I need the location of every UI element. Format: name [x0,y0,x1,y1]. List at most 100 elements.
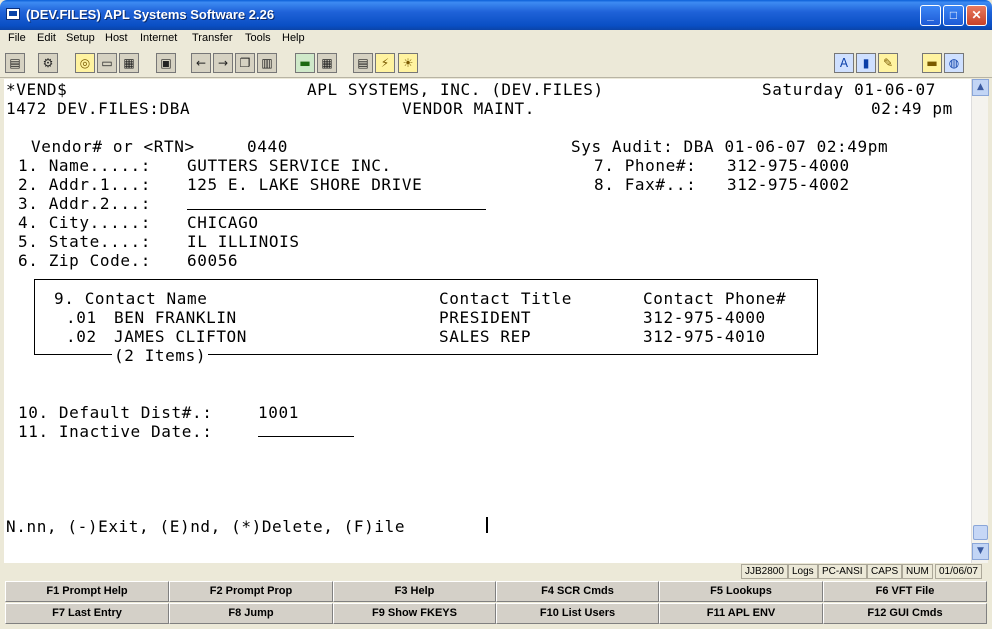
name-label: 1. Name.....: [18,156,152,175]
globe-icon[interactable]: ◍ [944,53,964,73]
contact-row-name[interactable]: BEN FRANKLIN [114,308,237,327]
menu-bar: File Edit Setup Host Internet Transfer T… [0,30,992,48]
note-icon[interactable]: ✎ [878,53,898,73]
lightning-icon[interactable]: ⚡ [375,53,395,73]
folder-icon[interactable]: ▬ [922,53,942,73]
app-icon[interactable] [6,8,20,20]
connect-icon[interactable]: ⚙ [38,53,58,73]
inactive-date-label: 11. Inactive Date.: [18,422,213,441]
minimize-button[interactable]: _ [920,5,941,26]
status-bar: JJB2800 Logs PC-ANSI CAPS NUM 01/06/07 [0,563,992,580]
addr2-label: 3. Addr.2...: [18,194,152,213]
name-value[interactable]: GUTTERS SERVICE INC. [187,156,392,175]
menu-file[interactable]: File [8,32,26,44]
contact-row-number: .01 [66,308,97,327]
status-num: NUM [902,564,933,579]
menu-internet[interactable]: Internet [140,32,177,44]
contact-row-phone[interactable]: 312-975-4000 [643,308,766,327]
toolbar: ▤ ⚙ ◎ ▭ ▦ ▣ ← → ❐ ▥ ▬ ▦ ▤ ⚡ ☀ A ▮ ✎ ▬ ◍ [0,48,992,78]
window-icon[interactable]: ▭ [97,53,117,73]
state-value[interactable]: IL ILLINOIS [187,232,300,251]
zip-label: 6. Zip Code.: [18,251,152,270]
scroll-up-button[interactable]: ▲ [972,79,989,96]
close-button[interactable]: ✕ [966,5,987,26]
chart-icon[interactable]: ▮ [856,53,876,73]
f12-button[interactable]: F12 GUI Cmds [823,603,987,624]
vertical-scrollbar[interactable]: ▲ ▼ [971,79,989,563]
menu-host[interactable]: Host [105,32,128,44]
contact-row-title[interactable]: PRESIDENT [439,308,531,327]
f6-button[interactable]: F6 VFT File [823,581,987,602]
contacts-header-phone: Contact Phone# [643,289,787,308]
contacts-count: (2 Items) [112,346,209,365]
contact-row-name[interactable]: JAMES CLIFTON [114,327,247,346]
fax-value[interactable]: 312-975-4002 [727,175,850,194]
window-title: (DEV.FILES) APL Systems Software 2.26 [26,7,275,22]
menu-help[interactable]: Help [282,32,305,44]
program-name: *VEND$ [6,80,68,99]
command-line: N.nn, (-)Exit, (E)nd, (*)Delete, (F)ile [6,517,406,536]
status-logs[interactable]: Logs [788,564,818,579]
scroll-thumb[interactable] [973,525,988,540]
status-caps: CAPS [867,564,903,579]
contact-row-number: .02 [66,327,97,346]
terminal-screen[interactable]: *VEND$ APL SYSTEMS, INC. (DEV.FILES) Sat… [4,79,971,563]
addr1-value[interactable]: 125 E. LAKE SHORE DRIVE [187,175,422,194]
f4-button[interactable]: F4 SCR Cmds [496,581,659,602]
company-title: APL SYSTEMS, INC. (DEV.FILES) [307,80,604,99]
f2-button[interactable]: F2 Prompt Prop [169,581,333,602]
phone-label: 7. Phone#: [594,156,697,175]
f3-button[interactable]: F3 Help [333,581,496,602]
maximize-button[interactable]: □ [943,5,964,26]
arrow-right-icon[interactable]: → [213,53,233,73]
menu-tools[interactable]: Tools [245,32,271,44]
paste-icon[interactable]: ▥ [257,53,277,73]
contacts-header-title: Contact Title [439,289,573,308]
f1-button[interactable]: F1 Prompt Help [5,581,169,602]
save-icon[interactable]: ▣ [156,53,176,73]
vendor-prompt: Vendor# or <RTN> [31,137,195,156]
lightbulb-icon[interactable]: ☀ [398,53,418,73]
city-label: 4. City.....: [18,213,152,232]
arrow-left-icon[interactable]: ← [191,53,211,73]
zip-value[interactable]: 60056 [187,251,238,270]
addr2-underline[interactable] [187,209,486,210]
menu-setup[interactable]: Setup [66,32,95,44]
contacts-header-name: 9. Contact Name [54,289,208,308]
contact-row-phone[interactable]: 312-975-4010 [643,327,766,346]
header-date: Saturday 01-06-07 [762,80,936,99]
city-value[interactable]: CHICAGO [187,213,259,232]
header-time: 02:49 pm [871,99,953,118]
f9-button[interactable]: F9 Show FKEYS [333,603,496,624]
menu-transfer[interactable]: Transfer [192,32,233,44]
print-icon[interactable]: ▤ [5,53,25,73]
f7-button[interactable]: F7 Last Entry [5,603,169,624]
scroll-down-button[interactable]: ▼ [972,543,989,560]
function-key-bar: F1 Prompt Help F2 Prompt Prop F3 Help F4… [0,580,992,629]
copy-icon[interactable]: ❐ [235,53,255,73]
state-label: 5. State....: [18,232,152,251]
default-dist-value[interactable]: 1001 [258,403,299,422]
vendor-number[interactable]: 0440 [247,137,288,156]
status-date: 01/06/07 [935,564,982,579]
menu-edit[interactable]: Edit [37,32,56,44]
title-bar[interactable]: (DEV.FILES) APL Systems Software 2.26 _ … [0,0,992,30]
keyboard-icon[interactable]: ▦ [119,53,139,73]
printer-icon[interactable]: ▤ [353,53,373,73]
f5-button[interactable]: F5 Lookups [659,581,823,602]
addr1-label: 2. Addr.1...: [18,175,152,194]
font-icon[interactable]: A [834,53,854,73]
find-icon[interactable]: ◎ [75,53,95,73]
grid-icon[interactable]: ▦ [317,53,337,73]
f8-button[interactable]: F8 Jump [169,603,333,624]
f10-button[interactable]: F10 List Users [496,603,659,624]
inactive-date-underline[interactable] [258,436,354,437]
sys-audit: Sys Audit: DBA 01-06-07 02:49pm [571,137,889,156]
contact-row-title[interactable]: SALES REP [439,327,531,346]
phone-value[interactable]: 312-975-4000 [727,156,850,175]
screen-title: VENDOR MAINT. [402,99,536,118]
session-info: 1472 DEV.FILES:DBA [6,99,191,118]
terminal-icon[interactable]: ▬ [295,53,315,73]
default-dist-label: 10. Default Dist#.: [18,403,213,422]
f11-button[interactable]: F11 APL ENV [659,603,823,624]
